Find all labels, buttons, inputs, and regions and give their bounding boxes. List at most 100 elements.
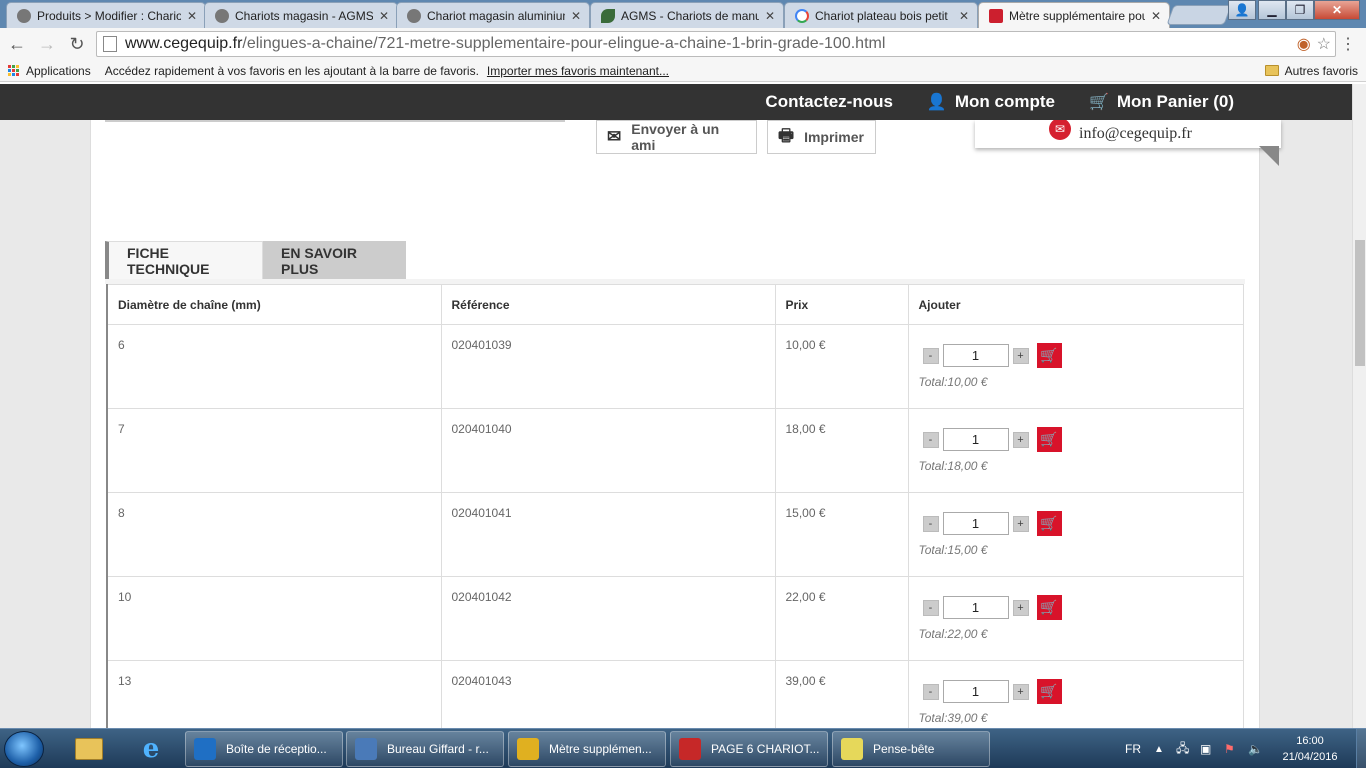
increment-button[interactable]: + bbox=[1012, 515, 1029, 532]
increment-button[interactable]: + bbox=[1012, 599, 1029, 616]
add-to-cart-button[interactable]: 🛒 bbox=[1036, 511, 1062, 536]
row-total: Total:22,00 € bbox=[918, 627, 988, 641]
volume-icon[interactable]: 🔈 bbox=[1248, 729, 1263, 768]
cart-icon: 🛒 bbox=[1040, 515, 1058, 531]
cegequip-red-icon bbox=[989, 9, 1003, 23]
forward-arrow-icon[interactable]: → bbox=[34, 31, 60, 57]
envelope-icon: ✉ bbox=[607, 127, 622, 146]
scrollbar-thumb[interactable] bbox=[1355, 240, 1365, 366]
cart-icon: 🛒 bbox=[1040, 683, 1058, 699]
cart-icon: 🛒 bbox=[1040, 599, 1058, 615]
quantity-input[interactable] bbox=[942, 344, 1009, 367]
quantity-stepper: - + 🛒 bbox=[922, 343, 1234, 368]
browser-tab-5[interactable]: Chariot plateau bois petit ✕ bbox=[784, 2, 978, 28]
increment-button[interactable]: + bbox=[1012, 683, 1029, 700]
add-to-cart-button[interactable]: 🛒 bbox=[1036, 595, 1062, 620]
taskbar-item-label: Boîte de réceptio... bbox=[226, 742, 327, 756]
taskbar-item-label: PAGE 6 CHARIOT... bbox=[711, 742, 820, 756]
start-button[interactable] bbox=[4, 731, 44, 767]
table-header-row: Diamètre de chaîne (mm) Référence Prix A… bbox=[106, 284, 1244, 325]
increment-button[interactable]: + bbox=[1012, 431, 1029, 448]
bookmark-star-icon[interactable]: ☆ bbox=[1317, 34, 1331, 54]
close-icon[interactable]: ✕ bbox=[959, 9, 969, 23]
account-link[interactable]: 👤 Mon compte bbox=[927, 92, 1055, 112]
taskbar-item[interactable]: PAGE 6 CHARIOT... bbox=[670, 731, 828, 767]
browser-tab-2[interactable]: Chariots magasin - AGMS ✕ bbox=[204, 2, 398, 28]
cegequip-icon bbox=[215, 8, 229, 23]
tab-title: Chariot magasin aluminium bbox=[427, 8, 565, 23]
close-icon[interactable]: ✕ bbox=[1151, 9, 1161, 23]
browser-tab-4[interactable]: AGMS - Chariots de manutention ✕ bbox=[590, 2, 784, 28]
browser-tab-6-active[interactable]: Mètre supplémentaire pour ✕ bbox=[978, 2, 1170, 29]
import-bookmarks-link[interactable]: Importer mes favoris maintenant... bbox=[487, 64, 669, 78]
tab-en-savoir-plus[interactable]: EN SAVOIR PLUS bbox=[263, 241, 406, 280]
maximize-button[interactable]: ❐ bbox=[1286, 0, 1314, 20]
account-label: Mon compte bbox=[954, 92, 1055, 111]
increment-button[interactable]: + bbox=[1012, 347, 1029, 364]
decrement-button[interactable]: - bbox=[922, 683, 939, 700]
cell-price: 15,00 € bbox=[774, 492, 909, 577]
quantity-input[interactable] bbox=[942, 596, 1009, 619]
close-icon[interactable]: ✕ bbox=[765, 9, 775, 23]
add-to-cart-button[interactable]: 🛒 bbox=[1036, 343, 1062, 368]
menu-icon[interactable]: ⋮ bbox=[1340, 34, 1356, 54]
quantity-input[interactable] bbox=[942, 512, 1009, 535]
show-desktop-button[interactable] bbox=[1356, 729, 1366, 768]
taskbar-item[interactable]: Pense-bête bbox=[832, 731, 990, 767]
browser-tab-3[interactable]: Chariot magasin aluminium ✕ bbox=[396, 2, 590, 28]
decrement-button[interactable]: - bbox=[922, 347, 939, 364]
bookmarks-hint: Accédez rapidement à vos favoris en les … bbox=[104, 63, 479, 78]
user-icon: 👤 bbox=[926, 94, 947, 111]
quantity-input[interactable] bbox=[942, 428, 1009, 451]
quantity-input[interactable] bbox=[942, 680, 1009, 703]
contact-link[interactable]: Contactez-nous bbox=[765, 92, 893, 112]
decrement-button[interactable]: - bbox=[922, 599, 939, 616]
new-tab-button[interactable] bbox=[1166, 5, 1232, 25]
clock[interactable]: 16:00 21/04/2016 bbox=[1270, 733, 1350, 765]
minimize-button[interactable]: ▁ bbox=[1258, 0, 1286, 20]
close-icon[interactable]: ✕ bbox=[571, 9, 581, 23]
extension-icon[interactable]: ◉ bbox=[1297, 34, 1311, 54]
mail-icon: ✉ bbox=[1049, 120, 1071, 140]
taskbar-item[interactable]: Boîte de réceptio... bbox=[185, 731, 343, 767]
network-icon[interactable]: 🖧 bbox=[1176, 729, 1189, 768]
close-icon[interactable]: ✕ bbox=[187, 9, 197, 23]
browser-tab-1[interactable]: Produits > Modifier : Chariot ✕ bbox=[6, 2, 206, 28]
device-icon[interactable]: ▣ bbox=[1200, 729, 1211, 768]
language-indicator[interactable]: FR bbox=[1125, 729, 1141, 768]
cell-add: - + 🛒 Total:15,00 € bbox=[907, 492, 1244, 577]
internet-explorer-icon[interactable]: e bbox=[124, 732, 178, 766]
taskbar-item-label: Bureau Giffard - r... bbox=[387, 742, 489, 756]
apps-link[interactable]: Applications bbox=[26, 64, 91, 78]
card-corner bbox=[1259, 146, 1279, 166]
taskbar-item[interactable]: Bureau Giffard - r... bbox=[346, 731, 504, 767]
decrement-button[interactable]: - bbox=[922, 515, 939, 532]
cell-price: 10,00 € bbox=[774, 324, 909, 409]
contact-email[interactable]: info@cegequip.fr bbox=[1079, 125, 1192, 143]
file-explorer-icon[interactable] bbox=[62, 732, 116, 766]
tab-fiche-technique[interactable]: FICHE TECHNIQUE bbox=[105, 241, 263, 280]
print-button[interactable]: 🖶 Imprimer bbox=[767, 120, 876, 154]
window-close-button[interactable]: ✕ bbox=[1314, 0, 1360, 20]
action-center-icon[interactable]: ⚑ bbox=[1224, 729, 1235, 768]
taskbar-item[interactable]: Mètre supplémen... bbox=[508, 731, 666, 767]
add-to-cart-button[interactable]: 🛒 bbox=[1036, 679, 1062, 704]
page-scrollbar[interactable] bbox=[1352, 84, 1366, 728]
printer-icon: 🖶 bbox=[778, 125, 795, 145]
site-header: Contactez-nous 👤 Mon compte 🛒 Mon Panier… bbox=[0, 84, 1352, 120]
address-bar[interactable]: www.cegequip.fr/elingues-a-chaine/721-me… bbox=[96, 31, 1336, 57]
other-bookmarks-link[interactable]: Autres favoris bbox=[1285, 64, 1358, 78]
tray-expand-icon[interactable]: ▲ bbox=[1154, 729, 1164, 768]
send-to-friend-button[interactable]: ✉ Envoyer à un ami bbox=[596, 120, 757, 154]
taskbar: e Boîte de réceptio... Bureau Giffard - r… bbox=[0, 728, 1366, 768]
user-icon[interactable]: 👤 bbox=[1228, 0, 1256, 20]
cart-link[interactable]: 🛒 Mon Panier (0) bbox=[1089, 92, 1234, 112]
close-icon[interactable]: ✕ bbox=[379, 9, 389, 23]
add-to-cart-button[interactable]: 🛒 bbox=[1036, 427, 1062, 452]
reload-icon[interactable]: ↻ bbox=[64, 31, 90, 57]
decrement-button[interactable]: - bbox=[922, 431, 939, 448]
cart-icon: 🛒 bbox=[1040, 431, 1058, 447]
cell-reference: 020401041 bbox=[440, 492, 776, 577]
url-host: www.cegequip.fr bbox=[125, 35, 243, 52]
back-arrow-icon[interactable]: ← bbox=[4, 31, 30, 57]
